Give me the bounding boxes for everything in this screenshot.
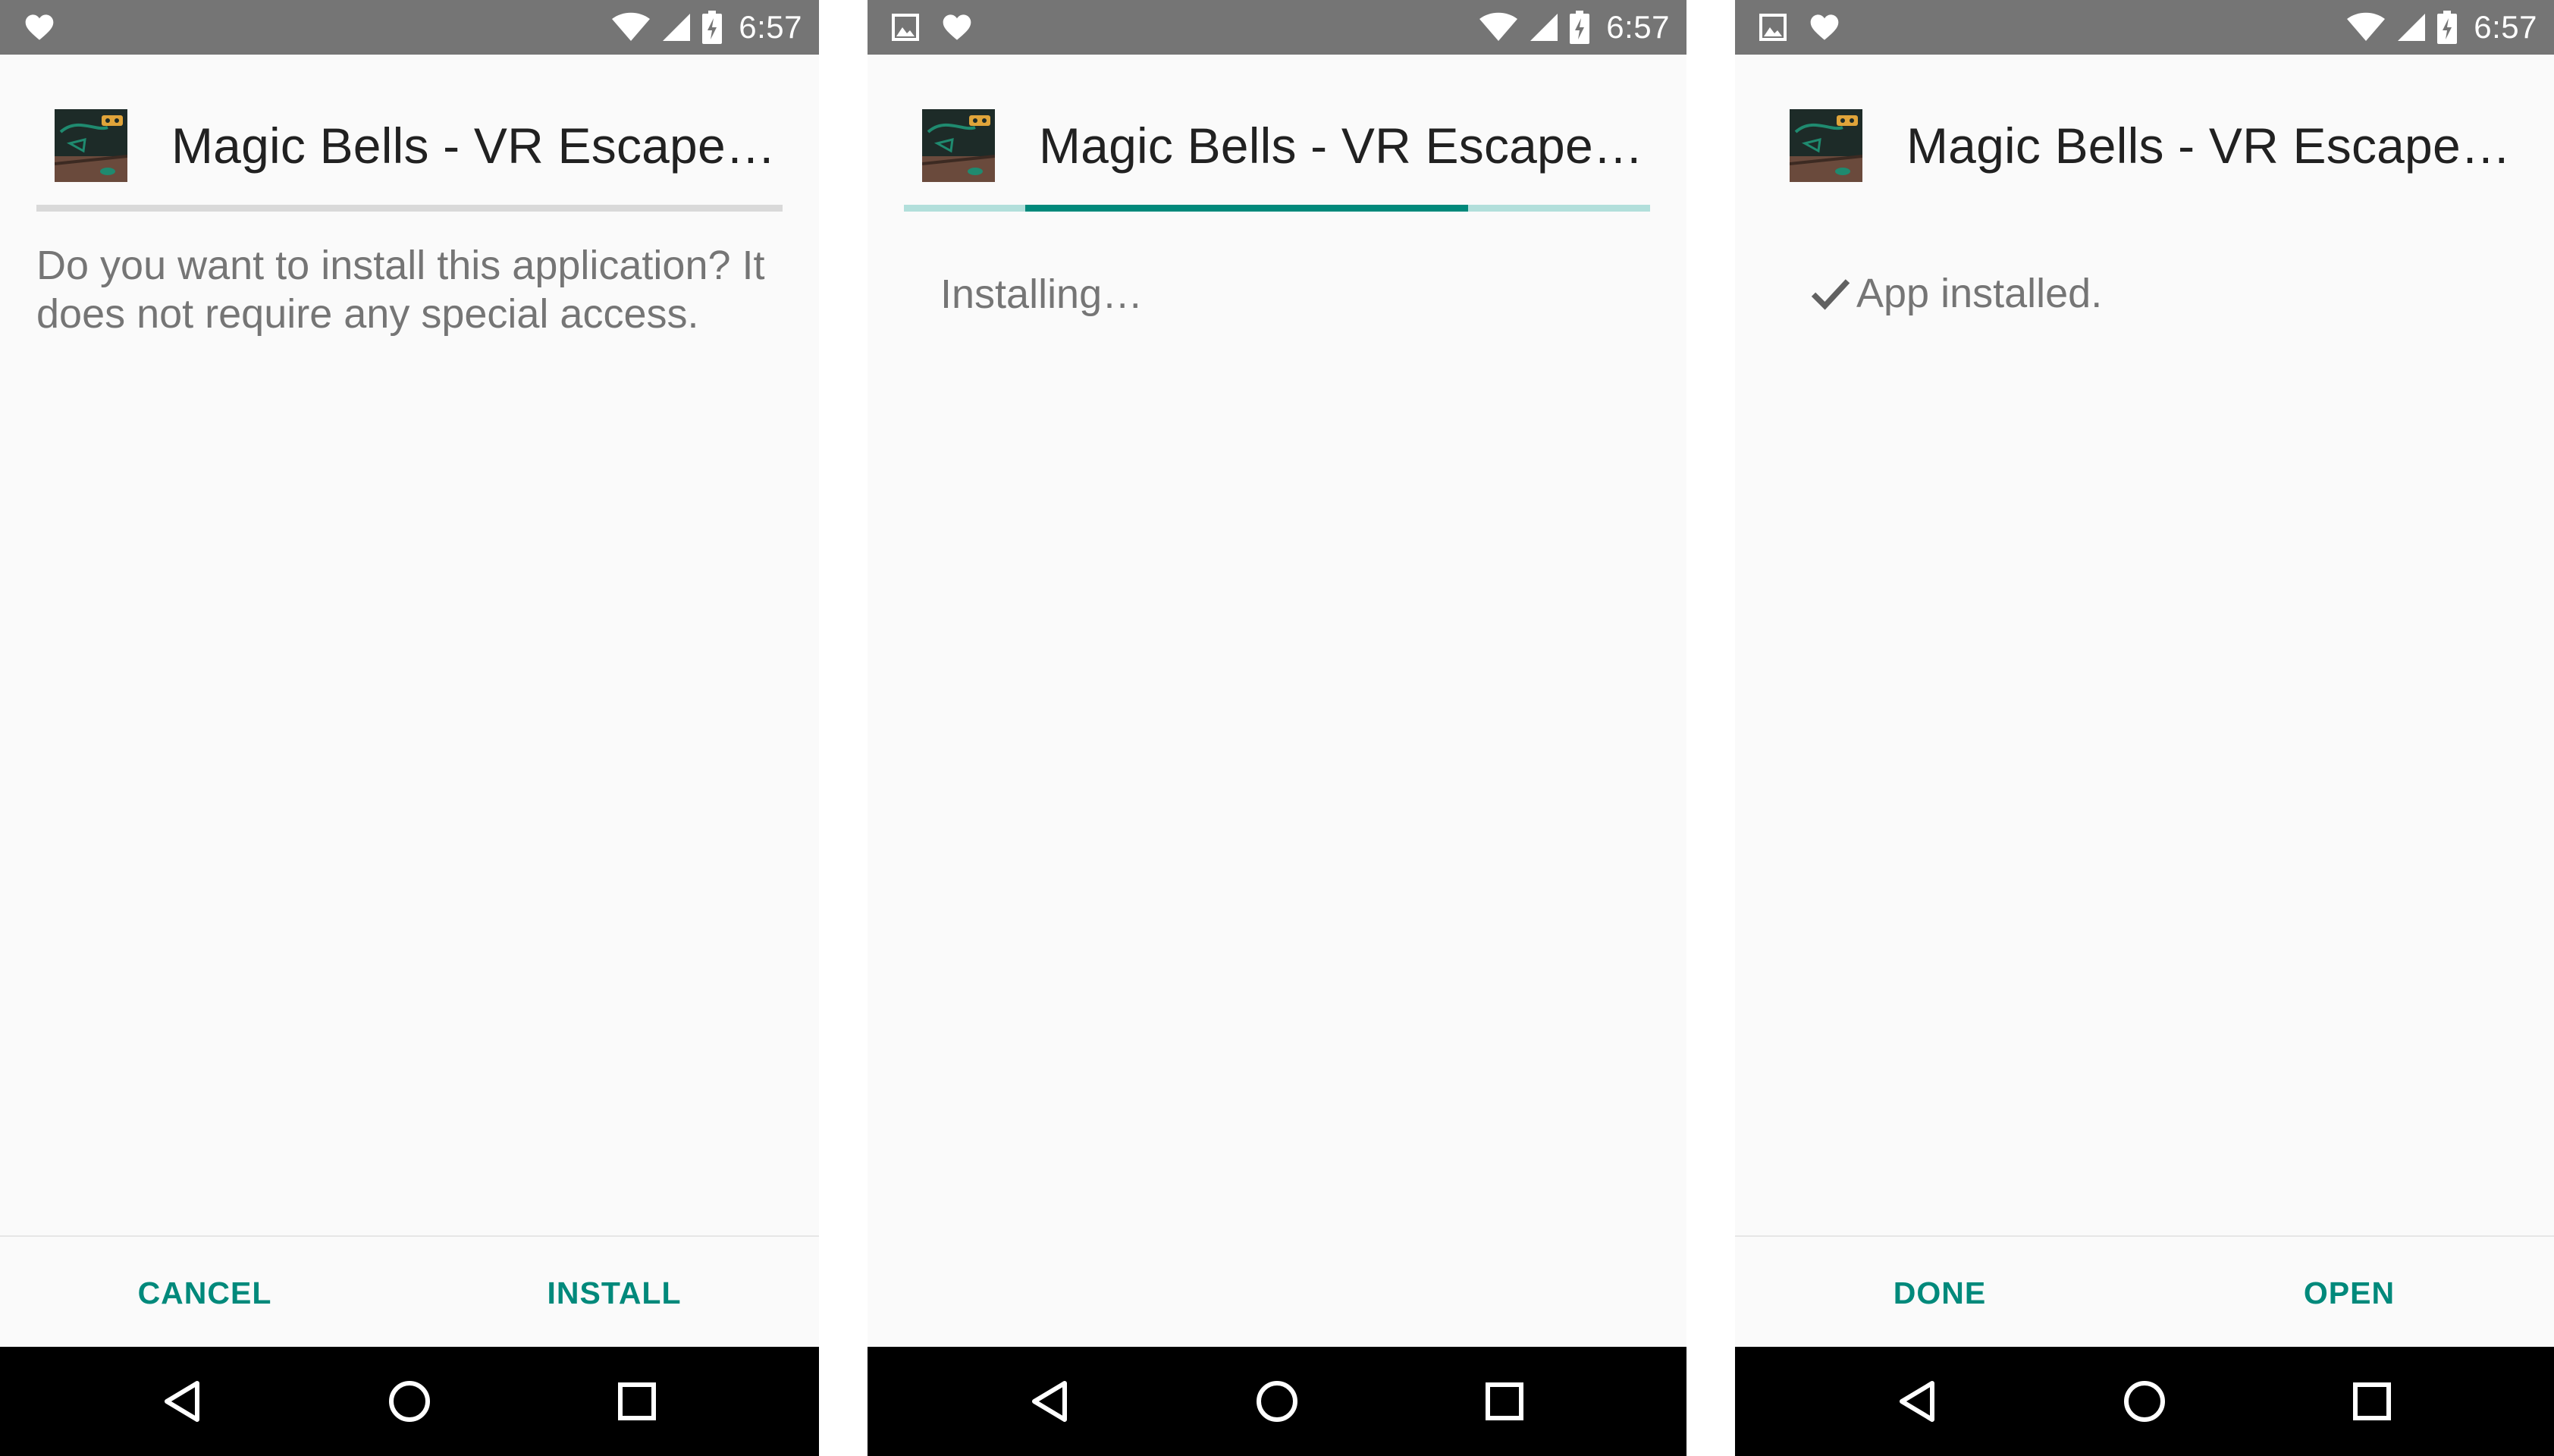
home-button[interactable] bbox=[372, 1363, 447, 1439]
status-bar: 6:57 bbox=[868, 0, 1686, 55]
installing-status: Installing… bbox=[940, 271, 1144, 317]
installed-screen: 6:57 Magic Bells - VR Escape… App instal… bbox=[1735, 0, 2554, 1456]
recents-icon bbox=[2353, 1382, 2391, 1420]
app-icon bbox=[55, 109, 127, 182]
wifi-icon bbox=[2347, 12, 2386, 41]
header-divider bbox=[36, 205, 783, 212]
app-header: Magic Bells - VR Escape… bbox=[1735, 55, 2554, 206]
installed-status: App installed. bbox=[1808, 270, 2102, 317]
install-question: Do you want to install this application?… bbox=[36, 243, 765, 337]
clock: 6:57 bbox=[739, 9, 802, 45]
navigation-bar bbox=[0, 1347, 819, 1456]
app-header: Magic Bells - VR Escape… bbox=[868, 55, 1686, 206]
app-icon bbox=[1790, 109, 1862, 182]
app-title: Magic Bells - VR Escape… bbox=[1039, 118, 1644, 174]
status-bar: 6:57 bbox=[0, 0, 819, 55]
back-icon bbox=[1900, 1381, 1934, 1422]
app-title: Magic Bells - VR Escape… bbox=[171, 118, 777, 174]
done-button[interactable]: DONE bbox=[1796, 1244, 2084, 1342]
home-icon bbox=[389, 1381, 430, 1422]
install-progress-bar bbox=[904, 205, 1650, 212]
back-button[interactable] bbox=[144, 1363, 220, 1439]
navigation-bar bbox=[1735, 1347, 2554, 1456]
home-icon bbox=[2124, 1381, 2165, 1422]
cell-signal-icon bbox=[2398, 14, 2426, 41]
heart-notification-icon bbox=[25, 14, 54, 40]
button-bar-divider bbox=[1735, 1235, 2554, 1237]
app-title: Magic Bells - VR Escape… bbox=[1906, 118, 2512, 174]
app-icon bbox=[922, 109, 995, 182]
heart-notification-icon bbox=[1810, 14, 1839, 40]
home-button[interactable] bbox=[2107, 1363, 2182, 1439]
checkmark-icon bbox=[1811, 279, 1850, 310]
recents-button[interactable] bbox=[599, 1363, 675, 1439]
clock: 6:57 bbox=[1606, 9, 1670, 45]
battery-charging-icon bbox=[2437, 11, 2458, 44]
navigation-bar bbox=[868, 1347, 1686, 1456]
cell-signal-icon bbox=[663, 14, 691, 41]
cell-signal-icon bbox=[1530, 14, 1558, 41]
heart-notification-icon bbox=[943, 14, 971, 40]
clock: 6:57 bbox=[2474, 9, 2537, 45]
image-notification-icon bbox=[892, 14, 919, 41]
image-notification-icon bbox=[1759, 14, 1787, 41]
button-bar-divider bbox=[0, 1235, 819, 1237]
open-button[interactable]: OPEN bbox=[2205, 1244, 2493, 1342]
wifi-icon bbox=[612, 12, 651, 41]
recents-icon bbox=[618, 1382, 656, 1420]
status-bar: 6:57 bbox=[1735, 0, 2554, 55]
back-button[interactable] bbox=[1012, 1363, 1087, 1439]
installed-message: App installed. bbox=[1856, 271, 2103, 316]
install-button[interactable]: INSTALL bbox=[470, 1244, 758, 1342]
recents-button[interactable] bbox=[1467, 1363, 1542, 1439]
install-prompt-screen: 6:57 Magic Bells - VR Escape… Do you wan… bbox=[0, 0, 819, 1456]
cancel-button[interactable]: CANCEL bbox=[61, 1244, 349, 1342]
home-button[interactable] bbox=[1239, 1363, 1315, 1439]
back-icon bbox=[1032, 1381, 1067, 1422]
back-icon bbox=[165, 1381, 199, 1422]
back-button[interactable] bbox=[1879, 1363, 1955, 1439]
battery-charging-icon bbox=[702, 11, 723, 44]
installing-screen: 6:57 Magic Bells - VR Escape… Installing… bbox=[868, 0, 1686, 1456]
home-icon bbox=[1257, 1381, 1297, 1422]
install-progress-indicator bbox=[1025, 205, 1468, 212]
battery-charging-icon bbox=[1570, 11, 1590, 44]
app-header: Magic Bells - VR Escape… bbox=[0, 55, 819, 206]
recents-button[interactable] bbox=[2334, 1363, 2410, 1439]
wifi-icon bbox=[1479, 12, 1518, 41]
recents-icon bbox=[1486, 1382, 1523, 1420]
